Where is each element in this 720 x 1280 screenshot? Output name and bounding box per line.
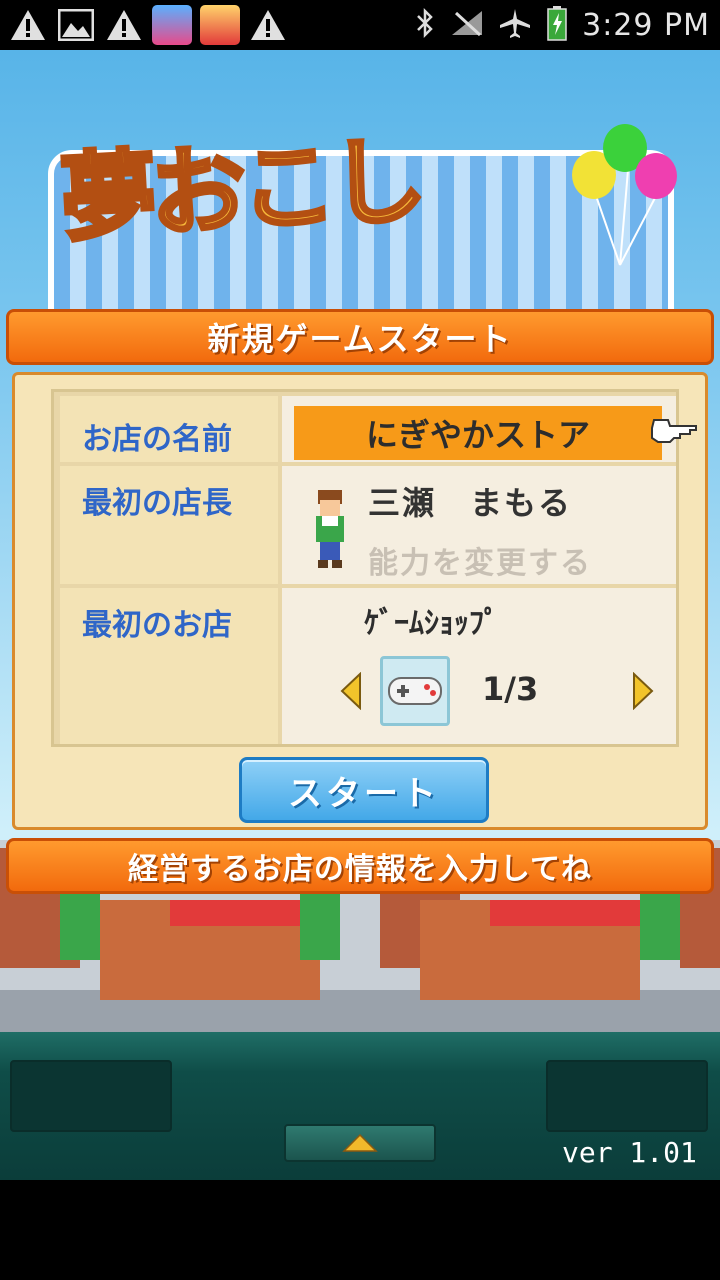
shop-name-label: お店の名前 xyxy=(60,396,278,462)
settings-table: お店の名前 にぎやかストア 最初の店長 三瀬 まもる 能力を変更する 最初のお店… xyxy=(51,389,697,747)
clock: 3:29 PM xyxy=(582,7,710,43)
dialog-title-bar: 新規ゲームスタート xyxy=(6,309,714,365)
left-slot xyxy=(10,1060,172,1132)
pointing-hand-icon xyxy=(651,419,697,443)
shop-page-indicator: 1/3 xyxy=(482,670,539,708)
next-arrow-icon[interactable] xyxy=(630,672,656,710)
dialog-title: 新規ゲームスタート xyxy=(207,320,513,358)
game-scene: 夢おこし 新規ゲームスタート お店の名前 にぎやかストア 最初の店長 三瀬 まも… xyxy=(0,50,720,1032)
manager-name: 三瀬 まもる xyxy=(368,484,573,522)
notification-icons xyxy=(8,5,288,45)
airplane-icon xyxy=(498,7,532,43)
warning-icon xyxy=(104,5,144,45)
balloons-icon xyxy=(572,124,677,266)
app-root: 3:29 PM 夢おこし 新規ゲームスタート お店の名前 にぎやかストア 最初の… xyxy=(0,0,720,1280)
black-border xyxy=(0,1180,720,1280)
status-bar: 3:29 PM xyxy=(0,0,720,50)
start-button[interactable]: スタート xyxy=(239,757,489,823)
right-slot xyxy=(546,1060,708,1132)
previous-arrow-icon[interactable] xyxy=(338,672,364,710)
manager-sprite xyxy=(316,490,344,568)
shop-name-row: お店の名前 にぎやかストア xyxy=(60,396,697,462)
manager-label: 最初の店長 xyxy=(60,466,278,584)
bingo-app-icon xyxy=(152,5,192,45)
signal-off-icon xyxy=(450,9,484,41)
system-icons: 3:29 PM xyxy=(414,0,710,50)
image-icon xyxy=(56,5,96,45)
shop-type-name: ｹﾞｰﾑｼｮｯﾌﾟ xyxy=(364,606,499,641)
hint-bar: 経営するお店の情報を入力してね xyxy=(6,838,714,894)
first-shop-row: 最初のお店 ｹﾞｰﾑｼｮｯﾌﾟ 1/3 xyxy=(60,588,676,744)
battery-charging-icon xyxy=(546,5,568,45)
expand-menu-button[interactable] xyxy=(284,1124,436,1162)
first-shop-label: 最初のお店 xyxy=(60,588,278,744)
warning-icon xyxy=(248,5,288,45)
change-skill-button[interactable]: 能力を変更する xyxy=(368,538,592,582)
warning-icon xyxy=(8,5,48,45)
up-arrow-icon xyxy=(342,1133,378,1152)
shinchan-app-icon xyxy=(200,5,240,45)
title-logo: 夢おこし xyxy=(56,123,425,258)
bottom-menu-bar: ver 1.01 xyxy=(0,1032,720,1180)
manager-row: 最初の店長 三瀬 まもる 能力を変更する xyxy=(60,466,676,584)
new-game-panel: お店の名前 にぎやかストア 最初の店長 三瀬 まもる 能力を変更する 最初のお店… xyxy=(12,372,708,830)
hint-text: 経営するお店の情報を入力してね xyxy=(127,852,593,887)
bluetooth-icon xyxy=(414,7,436,43)
version-label: ver 1.01 xyxy=(562,1136,697,1169)
gamepad-icon xyxy=(380,656,450,726)
shop-name-field[interactable]: にぎやかストア xyxy=(294,406,662,460)
